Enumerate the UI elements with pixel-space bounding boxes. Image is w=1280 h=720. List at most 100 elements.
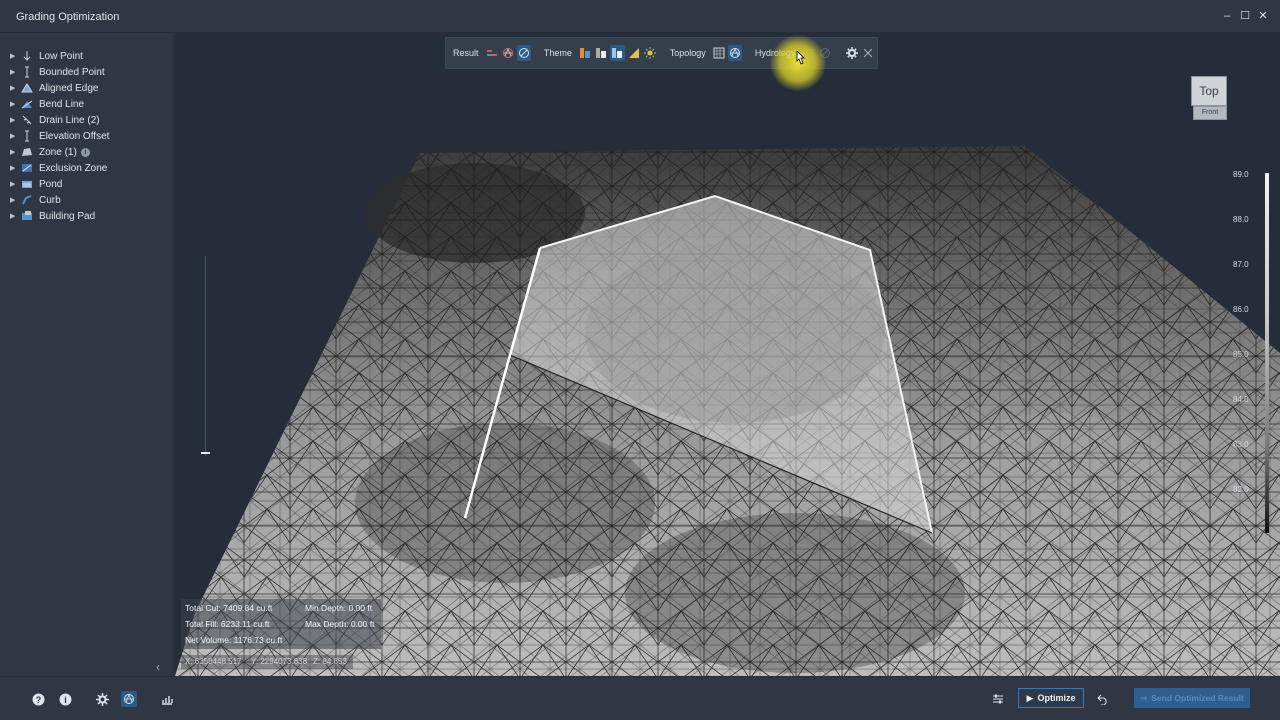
expand-caret-icon[interactable]: ▶ (10, 180, 20, 188)
result-cut-fill-icon[interactable] (485, 45, 499, 61)
theme-label: Theme (543, 48, 572, 58)
expand-caret-icon[interactable]: ▶ (10, 212, 20, 220)
sidebar-item-label: Low Point (39, 50, 83, 62)
settings-icon[interactable] (94, 691, 110, 707)
expand-caret-icon[interactable]: ▶ (10, 84, 20, 92)
sidebar-item-pond[interactable]: ▶ Pond (10, 176, 62, 192)
sidebar-item-label: Zone (1) (39, 146, 77, 158)
3d-viewport[interactable]: Result Theme Topology Hydrology Top Fron… (175, 33, 1280, 676)
scale-tick: 83.0 (1233, 440, 1249, 449)
sidebar-item-label: Bounded Point (39, 66, 105, 78)
sidebar-item-bend-line[interactable]: ▶ Bend Line (10, 96, 84, 112)
bottom-bar: ? i ▶ Optimize ⇒ Send Optimized Result (0, 676, 1280, 720)
scale-tick: 86.0 (1233, 305, 1249, 314)
exclusion-zone-icon (20, 162, 34, 174)
sidebar-item-building-pad[interactable]: ▶ Building Pad (10, 208, 95, 224)
sidebar-item-exclusion-zone[interactable]: ▶ Exclusion Zone (10, 160, 107, 176)
help-icon[interactable]: ? (30, 691, 46, 707)
building-pad-icon (20, 210, 34, 222)
info-icon[interactable]: i (80, 147, 90, 157)
info-icon[interactable]: i (57, 691, 73, 707)
options-sliders-icon[interactable] (990, 691, 1006, 707)
scale-tick: 87.0 (1233, 260, 1249, 269)
send-icon: ⇒ (1140, 692, 1148, 703)
topology-label: Topology (669, 48, 706, 58)
sidebar-item-label: Aligned Edge (39, 82, 99, 94)
sidebar-item-low-point[interactable]: ▶ Low Point (10, 48, 83, 64)
sidebar-item-label: Elevation Offset (39, 130, 110, 142)
svg-text:i: i (64, 695, 67, 705)
close-toolbar-icon[interactable] (861, 45, 875, 61)
max-depth: Max Depth: 0.00 ft (305, 619, 375, 629)
send-label: Send Optimized Result (1151, 693, 1244, 703)
sidebar-item-bounded-point[interactable]: ▶ Bounded Point (10, 64, 105, 80)
view-cube-top[interactable]: Top (1191, 76, 1227, 106)
scale-tick: 88.0 (1233, 215, 1249, 224)
sidebar-item-label: Bend Line (39, 98, 85, 110)
expand-caret-icon[interactable]: ▶ (10, 132, 20, 140)
hydrology-label: Hydrology (754, 48, 796, 58)
send-optimized-result-button[interactable]: ⇒ Send Optimized Result (1134, 688, 1250, 708)
exaggeration-slider-handle[interactable] (201, 452, 210, 454)
sidebar-item-curb[interactable]: ▶ Curb (10, 192, 61, 208)
theme-color-icon[interactable] (578, 45, 592, 61)
sidebar-item-aligned-edge[interactable]: ▶ Aligned Edge (10, 80, 99, 96)
result-mesh-icon[interactable] (501, 45, 515, 61)
sidebar-item-drain-line[interactable]: ▶ Drain Line (2) (10, 112, 100, 128)
drain-line-icon (20, 114, 34, 126)
topology-mesh-icon[interactable] (728, 45, 743, 61)
optimize-label: Optimize (1037, 693, 1076, 703)
settings-gear-icon[interactable] (845, 45, 859, 61)
expand-caret-icon[interactable]: ▶ (10, 164, 20, 172)
curb-icon (20, 194, 34, 206)
sidebar-item-label: Pond (39, 178, 63, 190)
expand-caret-icon[interactable]: ▶ (10, 196, 20, 204)
svg-text:?: ? (35, 695, 41, 705)
result-label: Result (453, 48, 479, 58)
theme-blue-icon[interactable] (610, 45, 625, 61)
optimize-button[interactable]: ▶ Optimize (1018, 688, 1084, 708)
scale-tick: 89.0 (1233, 170, 1249, 179)
play-icon: ▶ (1026, 692, 1034, 703)
total-fill: Total Fill: 6233.11 cu.ft (185, 619, 270, 629)
expand-caret-icon[interactable]: ▶ (10, 68, 20, 76)
total-cut: Total Cut: 7409.84 cu.ft (185, 603, 273, 613)
view-cube-front[interactable]: Front (1193, 106, 1227, 120)
sidebar-item-elevation-offset[interactable]: ▶ Elevation Offset (10, 128, 109, 144)
expand-caret-icon[interactable]: ▶ (10, 116, 20, 124)
result-none-icon[interactable] (516, 45, 532, 61)
collapse-sidebar-icon[interactable]: ‹ (156, 660, 160, 674)
chart-icon[interactable] (159, 691, 175, 707)
theme-sun-icon[interactable] (643, 45, 657, 61)
exaggeration-slider-track[interactable] (205, 256, 206, 456)
sidebar-item-label: Exclusion Zone (39, 162, 108, 174)
sidebar-item-label: Curb (39, 194, 61, 206)
sidebar-item-label: Building Pad (39, 210, 96, 222)
view-cube[interactable]: Top Front (1189, 76, 1229, 122)
maximize-icon[interactable]: ☐ (1238, 9, 1252, 23)
expand-caret-icon[interactable]: ▶ (10, 52, 20, 60)
minimize-icon[interactable]: – (1220, 9, 1234, 23)
mesh-view-icon[interactable] (121, 691, 137, 707)
scale-tick: 84.0 (1233, 395, 1249, 404)
title-bar: Grading Optimization – ☐ ✕ (0, 0, 1280, 33)
zone-icon (20, 146, 34, 158)
theme-slope-icon[interactable] (627, 45, 641, 61)
expand-caret-icon[interactable]: ▶ (10, 148, 20, 156)
sidebar-item-zone[interactable]: ▶ Zone (1) i (10, 144, 90, 160)
coord-y: Y: 2294073.838 (251, 657, 308, 666)
cursor-icon (796, 51, 805, 65)
hydrology-none-icon[interactable] (818, 45, 832, 61)
expand-caret-icon[interactable]: ▶ (10, 100, 20, 108)
topology-grid-icon[interactable] (712, 45, 726, 61)
scale-tick: 82.0 (1233, 485, 1249, 494)
coord-x: X: 6358448.517 (185, 657, 242, 666)
terrain-mesh (175, 146, 1280, 676)
cursor-coordinates: X: 6358448.517 Y: 2294073.838 Z: 84.853 (181, 655, 353, 669)
min-depth: Min Depth: 0.00 ft (305, 603, 373, 613)
close-icon[interactable]: ✕ (1256, 9, 1270, 23)
undo-icon[interactable] (1095, 691, 1111, 707)
sidebar: ▶ Low Point ▶ Bounded Point ▶ Aligned Ed… (0, 33, 174, 676)
theme-gray-icon[interactable] (594, 45, 608, 61)
bend-line-icon (20, 98, 34, 110)
